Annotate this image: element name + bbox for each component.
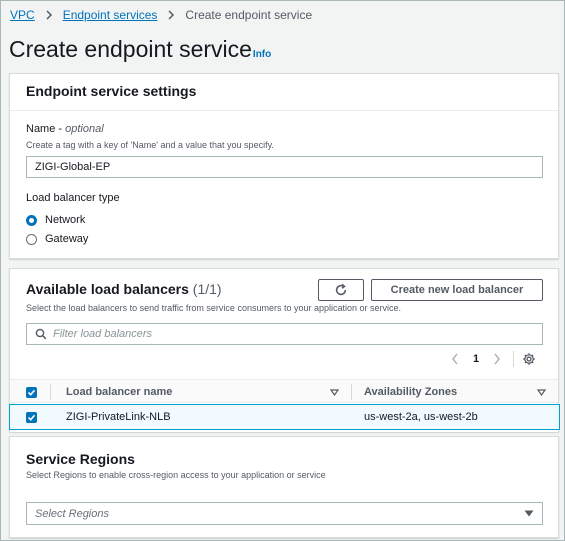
breadcrumb-vpc-link[interactable]: VPC [10, 8, 35, 22]
checkbox-checked-icon[interactable] [26, 411, 37, 423]
table-row[interactable]: ZIGI-PrivateLink-NLB us-west-2a, us-west… [9, 404, 560, 430]
search-icon [35, 328, 47, 340]
radio-checked-icon[interactable] [26, 214, 37, 226]
service-regions-panel: Service Regions Select Regions to enable… [9, 436, 559, 538]
lb-name-cell: ZIGI-PrivateLink-NLB [66, 411, 171, 423]
chevron-right-icon[interactable] [493, 353, 501, 365]
available-lb-title-text: Available load balancers [26, 281, 189, 297]
endpoint-service-settings-panel: Endpoint service settings Name - optiona… [9, 73, 559, 259]
refresh-icon [335, 283, 347, 296]
panel-title: Endpoint service settings [26, 83, 197, 99]
column-divider [50, 384, 51, 400]
radio-gateway-label: Gateway [45, 233, 89, 245]
info-link[interactable]: Info [253, 49, 271, 60]
available-lb-title: Available load balancers (1/1) [26, 281, 222, 297]
breadcrumb: VPC Endpoint services Create endpoint se… [10, 8, 312, 22]
panel-header: Endpoint service settings [10, 74, 558, 111]
pagination: 1 [451, 351, 536, 367]
chevron-left-icon[interactable] [451, 353, 459, 365]
breadcrumb-current: Create endpoint service [185, 8, 313, 22]
available-lb-count: (1/1) [192, 281, 222, 297]
refresh-button[interactable] [318, 279, 364, 301]
radio-network[interactable]: Network [26, 214, 85, 226]
available-lb-description: Select the load balancers to send traffi… [26, 303, 402, 313]
radio-gateway[interactable]: Gateway [26, 233, 88, 245]
sort-icon[interactable] [537, 380, 546, 404]
name-field-label: Name - optional [26, 123, 104, 135]
radio-unchecked-icon[interactable] [26, 233, 37, 245]
select-regions-dropdown[interactable]: Select Regions [26, 502, 543, 525]
gear-icon[interactable] [522, 352, 536, 366]
radio-network-label: Network [45, 214, 86, 226]
service-regions-description: Select Regions to enable cross-region ac… [26, 470, 326, 480]
service-regions-title: Service Regions [26, 451, 135, 467]
optional-label: optional [65, 123, 104, 135]
name-label-text: Name [26, 123, 56, 135]
filter-placeholder: Filter load balancers [53, 328, 153, 340]
page-number[interactable]: 1 [473, 353, 479, 365]
filter-load-balancers-input[interactable]: Filter load balancers [26, 323, 543, 345]
checkbox-checked-icon[interactable] [26, 386, 37, 398]
chevron-right-icon [45, 10, 53, 20]
column-divider[interactable] [351, 384, 352, 400]
create-load-balancer-button[interactable]: Create new load balancer [371, 279, 543, 301]
sort-icon[interactable] [330, 380, 339, 404]
caret-down-icon [524, 510, 534, 517]
table-header: Load balancer name Availability Zones [10, 379, 558, 403]
name-input[interactable]: ZIGI-Global-EP [26, 156, 543, 178]
lb-zones-cell: us-west-2a, us-west-2b [364, 411, 478, 423]
lb-type-label: Load balancer type [26, 192, 120, 204]
page-header: Create endpoint service Info [9, 36, 271, 63]
pager-divider [513, 351, 515, 367]
row-select-cell[interactable] [26, 405, 37, 429]
name-field-description: Create a tag with a key of 'Name' and a … [26, 140, 274, 150]
chevron-right-icon [167, 10, 175, 20]
column-header-zones[interactable]: Availability Zones [364, 380, 457, 404]
breadcrumb-endpoint-services-link[interactable]: Endpoint services [63, 8, 158, 22]
available-load-balancers-panel: Available load balancers (1/1) Select th… [9, 268, 560, 432]
select-regions-placeholder: Select Regions [35, 507, 109, 520]
column-header-name[interactable]: Load balancer name [66, 380, 172, 404]
select-all-cell[interactable] [26, 380, 37, 404]
page-title: Create endpoint service [9, 36, 252, 62]
